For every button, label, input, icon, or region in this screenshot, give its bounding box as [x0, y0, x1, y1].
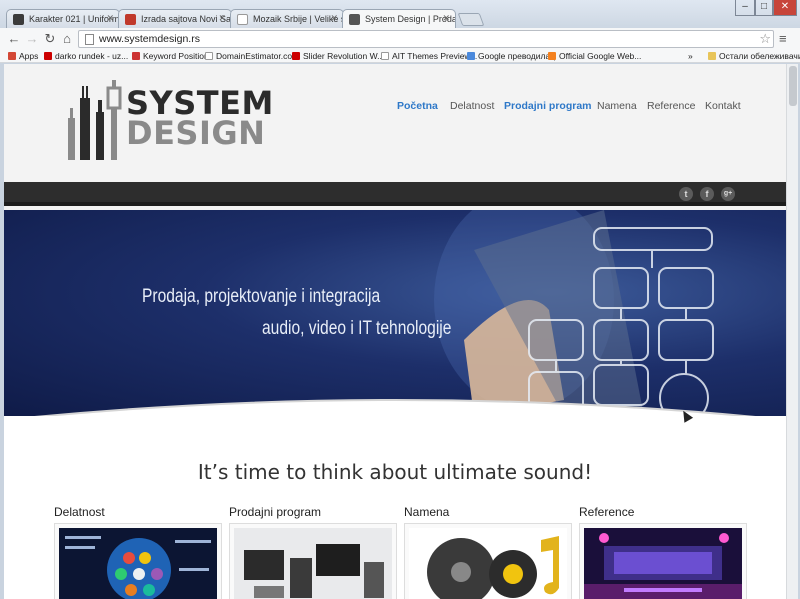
card-reference[interactable]	[579, 523, 747, 599]
new-tab-button[interactable]	[457, 13, 485, 26]
apps-grid-icon	[8, 52, 16, 60]
reference-thumbnail	[584, 528, 742, 599]
bookmark-domainestimator[interactable]: DomainEstimator.co...	[205, 51, 299, 61]
page-headline: It’s time to think about ultimate sound!	[197, 460, 593, 484]
page-icon	[381, 52, 389, 60]
column-title-namena[interactable]: Namena	[404, 505, 449, 519]
chrome-menu-icon[interactable]: ≡	[779, 31, 787, 46]
bookmark-ait-themes[interactable]: AIT Themes Preview...	[381, 51, 477, 61]
youtube-icon	[44, 52, 52, 60]
blogger-icon	[548, 52, 556, 60]
column-title-prodajni-program[interactable]: Prodajni program	[229, 505, 321, 519]
logo-wordmark: SYSTEM DESIGN	[126, 87, 274, 152]
card-prodajni-program[interactable]	[229, 523, 397, 599]
browser-toolbar: ← → ↻ ⌂ www.systemdesign.rs ☆ ≡	[0, 28, 800, 50]
tab-close-icon[interactable]: ✕	[330, 13, 338, 24]
delatnost-thumbnail	[59, 528, 217, 599]
web-page: SYSTEM DESIGN Početna Delatnost Prodajni…	[4, 64, 786, 599]
maximize-button[interactable]: □	[755, 0, 773, 16]
column-title-delatnost[interactable]: Delatnost	[54, 505, 105, 519]
tab-karakter[interactable]: Karakter 021 | Uniforme za ✕	[6, 9, 120, 28]
forward-arrow-icon[interactable]: →	[24, 31, 40, 47]
nav-kontakt[interactable]: Kontakt	[705, 100, 741, 112]
hero-curve-divider	[34, 399, 756, 416]
social-bar: t f g+	[4, 182, 786, 206]
bookmark-darko-rundek[interactable]: darko rundek - uz...	[44, 51, 128, 61]
folder-icon	[708, 52, 716, 60]
bookmark-apps[interactable]: Apps	[8, 51, 38, 61]
youtube-icon	[292, 52, 300, 60]
bookmark-official-google[interactable]: Official Google Web...	[548, 51, 641, 61]
page-icon	[85, 34, 94, 45]
bookmark-google-translate[interactable]: Google преводилац	[467, 51, 555, 61]
site-header: SYSTEM DESIGN Početna Delatnost Prodajni…	[4, 64, 786, 182]
url-text: www.systemdesign.rs	[99, 33, 200, 45]
nav-reference[interactable]: Reference	[647, 100, 695, 112]
card-delatnost[interactable]	[54, 523, 222, 599]
prodajni-program-thumbnail	[234, 528, 392, 599]
tab-favicon-icon	[237, 14, 248, 25]
cable-plugs-icon	[68, 80, 122, 160]
hero-tagline-2: audio, video i IT tehnologije	[262, 318, 452, 339]
logo-line-2: DESIGN	[126, 114, 266, 152]
facebook-icon[interactable]: f	[700, 187, 714, 201]
page-icon	[205, 52, 213, 60]
hero-tagline-1: Prodaja, projektovanje i integracija	[142, 286, 381, 307]
other-bookmarks[interactable]: Остали обележивачи	[708, 51, 800, 61]
column-title-reference[interactable]: Reference	[579, 505, 634, 519]
bookmark-slider-revolution[interactable]: Slider Revolution W...	[292, 51, 384, 61]
bookmarks-overflow-button[interactable]: »	[688, 51, 693, 61]
tab-close-icon[interactable]: ✕	[442, 13, 450, 24]
reload-icon[interactable]: ↻	[42, 31, 58, 47]
minimize-button[interactable]: –	[735, 0, 755, 16]
close-window-button[interactable]: ✕	[773, 0, 797, 16]
page-scrollbar[interactable]	[786, 64, 798, 599]
translate-icon	[467, 52, 475, 60]
bookmark-keyword-position[interactable]: Keyword Position	[132, 51, 209, 61]
tab-favicon-icon	[13, 14, 24, 25]
nav-prodajni-program[interactable]: Prodajni program	[504, 100, 592, 112]
tab-favicon-icon	[125, 14, 136, 25]
tab-izrada-sajtova[interactable]: Izrada sajtova Novi Sad, B ✕	[118, 9, 232, 28]
nav-pocetna[interactable]: Početna	[397, 100, 438, 112]
bookmark-star-icon[interactable]: ☆	[759, 31, 771, 47]
bookmarks-bar: Apps darko rundek - uz... Keyword Positi…	[0, 50, 800, 63]
nav-namena[interactable]: Namena	[597, 100, 637, 112]
browser-titlebar: Karakter 021 | Uniforme za ✕ Izrada sajt…	[0, 0, 800, 29]
tab-system-design[interactable]: System Design | Prodaja, p ✕	[342, 9, 456, 29]
home-icon[interactable]: ⌂	[59, 31, 75, 47]
address-bar[interactable]: www.systemdesign.rs ☆	[78, 30, 774, 48]
flowchart-illustration	[434, 210, 714, 416]
namena-thumbnail	[409, 528, 567, 599]
main-content: It’s time to think about ultimate sound!…	[4, 416, 786, 599]
nav-delatnost[interactable]: Delatnost	[450, 100, 494, 112]
twitter-icon[interactable]: t	[679, 187, 693, 201]
scrollbar-thumb[interactable]	[789, 66, 797, 106]
back-arrow-icon[interactable]: ←	[6, 31, 22, 47]
card-namena[interactable]	[404, 523, 572, 599]
hero-banner: Prodaja, projektovanje i integracija aud…	[4, 210, 786, 416]
site-logo[interactable]: SYSTEM DESIGN	[66, 78, 273, 164]
tab-close-icon[interactable]: ✕	[218, 13, 226, 24]
tab-close-icon[interactable]: ✕	[106, 13, 114, 24]
google-plus-icon[interactable]: g+	[721, 187, 735, 201]
tab-favicon-icon	[349, 14, 360, 25]
s-logo-icon	[132, 52, 140, 60]
tab-mozaik-srbije[interactable]: Mozaik Srbije | Velike srps ✕	[230, 9, 344, 28]
